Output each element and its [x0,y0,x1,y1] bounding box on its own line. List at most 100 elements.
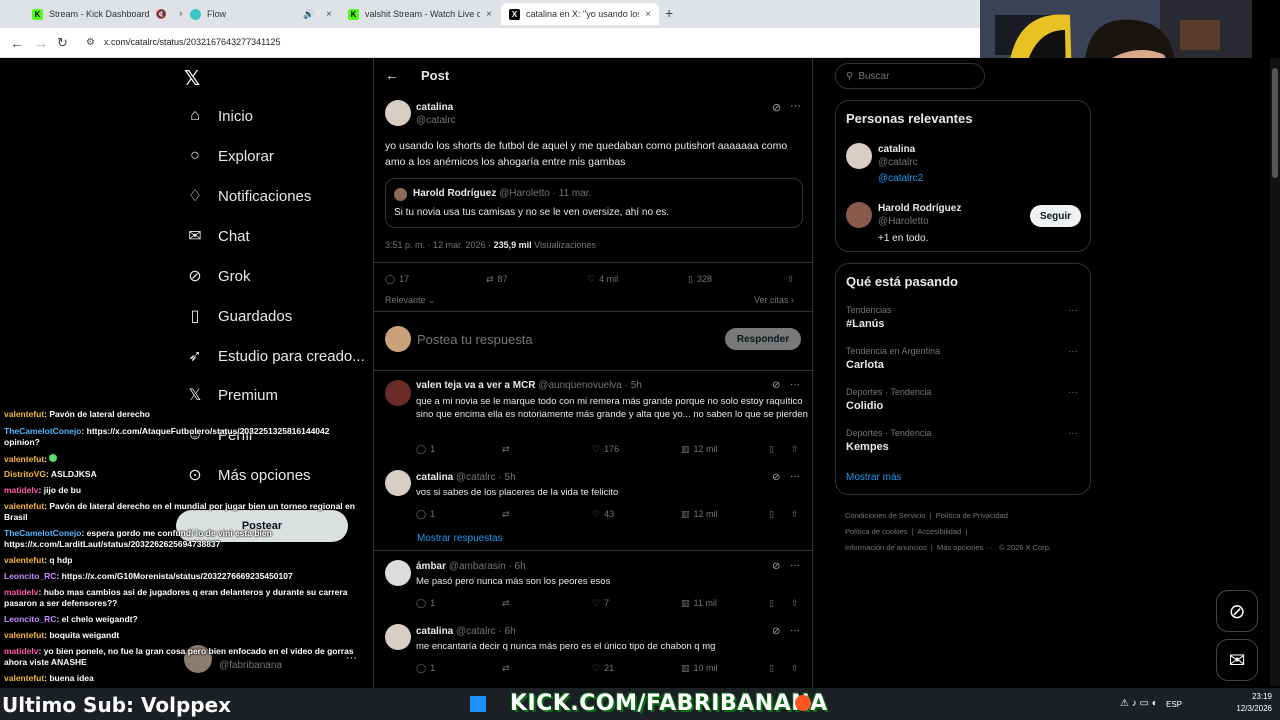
back-icon[interactable]: ← [10,35,24,51]
trend-item[interactable]: Tendencia en Argentina Carlota [846,346,940,371]
messages-button[interactable]: ✉ [1216,639,1258,681]
audio-icon[interactable]: 🔊 [303,9,314,20]
views-stat[interactable]: ▥ 11 mil [681,598,717,609]
keyboard-language[interactable]: ESP [1166,700,1182,709]
bookmark-button[interactable]: ▯ 328 [688,274,712,285]
tab-flow[interactable]: Flow 🔊 × [182,3,340,25]
forward-icon[interactable]: → [34,35,48,51]
reply-button[interactable]: ◯ 17 [385,274,409,285]
reply-button[interactable]: ◯ 1 [416,598,435,609]
nav-notificaciones[interactable]: ♢ Notificaciones [186,187,312,206]
more-icon[interactable]: ··· [790,100,801,112]
quotes-link[interactable]: Ver citas › [754,295,794,305]
url-input[interactable]: x.com/catalrc/status/2032167643277341125 [104,37,280,47]
views-stat[interactable]: ▥ 12 mil [681,444,718,455]
windows-start-icon[interactable] [470,696,486,712]
views-stat[interactable]: ▥ 10 mil [681,663,718,674]
new-tab-button[interactable]: + [665,5,673,21]
share-icon[interactable]: ⇧ [791,509,799,520]
back-arrow-icon[interactable]: ← [385,67,399,83]
tab-kick-dashboard[interactable]: K Stream - Kick Dashboard 🔇 × [24,3,182,25]
close-icon[interactable]: × [645,9,651,20]
nav-grok[interactable]: ⊘ Grok [186,267,250,286]
repost-button[interactable]: ⇄ 87 [486,274,508,285]
avatar[interactable] [385,624,411,650]
like-button[interactable]: ♡ 43 [592,509,614,520]
reload-icon[interactable]: ↻ [57,35,68,51]
grok-button[interactable]: ⊘ [1216,590,1258,632]
grok-icon[interactable]: ⊘ [772,101,781,114]
tray-icons[interactable]: ⚠ ♪ ▭ ◐ [1120,698,1158,709]
more-icon[interactable]: ··· [1068,346,1078,357]
reply-input[interactable]: Postea tu respuesta [417,332,533,347]
trend-item[interactable]: Tendencias #Lanús [846,305,892,330]
avatar[interactable] [385,100,411,126]
brave-icon[interactable] [795,695,811,711]
tab-valshit-stream[interactable]: K valshit Stream - Watch Live on × [340,3,500,25]
more-icon[interactable]: ··· [790,471,800,482]
grok-icon[interactable]: ⊘ [772,380,780,391]
repost-button[interactable]: ⇄ [502,598,510,609]
repost-button[interactable]: ⇄ [502,444,510,455]
post-timestamp[interactable]: 3:51 p. m. · 12 mar. 2026 · [385,240,491,250]
nav-premium[interactable]: 𝕏 Premium [186,386,278,405]
reply-button[interactable]: ◯ 1 [416,444,435,455]
more-icon[interactable]: ··· [1068,428,1078,439]
share-icon[interactable]: ⇧ [791,598,799,609]
nav-estudio[interactable]: ➶ Estudio para creado... [186,347,364,366]
person-handle[interactable]: @Haroletto [878,216,929,227]
nav-inicio[interactable]: ⌂ Inicio [186,107,253,125]
reply-button[interactable]: ◯ 1 [416,509,435,520]
avatar[interactable] [846,143,872,169]
person-handle[interactable]: @catalrc [878,157,918,168]
bookmark-icon[interactable]: ▯ [769,509,774,520]
system-clock[interactable]: 23:19 12/3/2026 [1236,692,1272,713]
bookmark-icon[interactable]: ▯ [769,444,774,455]
footer-link[interactable]: Política de Privacidad [936,511,1008,520]
follow-button[interactable]: Seguir [1030,205,1081,227]
like-button[interactable]: ♡ 4 mil [587,274,618,285]
author-handle[interactable]: @catalrc [416,115,456,126]
reply-button[interactable]: ◯ 1 [416,663,435,674]
share-icon[interactable]: ⇧ [791,663,799,674]
show-replies-link[interactable]: Mostrar respuestas [417,533,503,544]
more-icon[interactable]: ··· [1068,387,1078,398]
person-name[interactable]: Harold Rodríguez [878,203,961,214]
person-name[interactable]: catalina [878,144,915,155]
avatar[interactable] [385,470,411,496]
more-icon[interactable]: ··· [790,560,800,571]
scrollbar[interactable] [1270,58,1280,686]
like-button[interactable]: ♡ 21 [592,663,614,674]
more-icon[interactable]: ··· [790,625,800,636]
close-icon[interactable]: × [326,9,332,20]
author-name[interactable]: catalina [416,102,453,113]
person-bio-link[interactable]: @catalrc2 [878,173,923,184]
footer-link[interactable]: Política de cookies [845,527,908,536]
show-more-link[interactable]: Mostrar más [846,472,902,483]
site-info-icon[interactable]: ⚙ [86,37,95,48]
footer-link[interactable]: Más opciones ··· [937,543,993,552]
bookmark-icon[interactable]: ▯ [769,663,774,674]
quote-card[interactable]: Harold Rodríguez @Haroletto · 11 mar. Si… [385,178,803,228]
avatar[interactable] [385,380,411,406]
nav-guardados[interactable]: ▯ Guardados [186,307,293,326]
footer-link[interactable]: Condiciones de Servicio [845,511,925,520]
share-icon[interactable]: ⇧ [787,274,795,285]
bookmark-icon[interactable]: ▯ [769,598,774,609]
like-button[interactable]: ♡ 176 [592,444,619,455]
avatar[interactable] [385,560,411,586]
repost-button[interactable]: ⇄ [502,663,510,674]
trend-item[interactable]: Deportes · Tendencia Kempes [846,428,931,453]
grok-icon[interactable]: ⊘ [772,472,780,483]
share-icon[interactable]: ⇧ [791,444,799,455]
reply-button[interactable]: Responder [725,328,801,350]
grok-icon[interactable]: ⊘ [772,626,780,637]
views-stat[interactable]: ▥ 12 mil [681,509,718,520]
nav-chat[interactable]: ✉ Chat [186,227,249,246]
sort-dropdown[interactable]: Relevante ⌄ [385,295,436,306]
avatar[interactable] [846,202,872,228]
x-logo-icon[interactable]: 𝕏 [184,66,200,91]
footer-link[interactable]: Información de anuncios [845,543,927,552]
mute-icon[interactable]: 🔇 [156,9,167,20]
search-input[interactable]: ⚲ Buscar [835,63,985,89]
